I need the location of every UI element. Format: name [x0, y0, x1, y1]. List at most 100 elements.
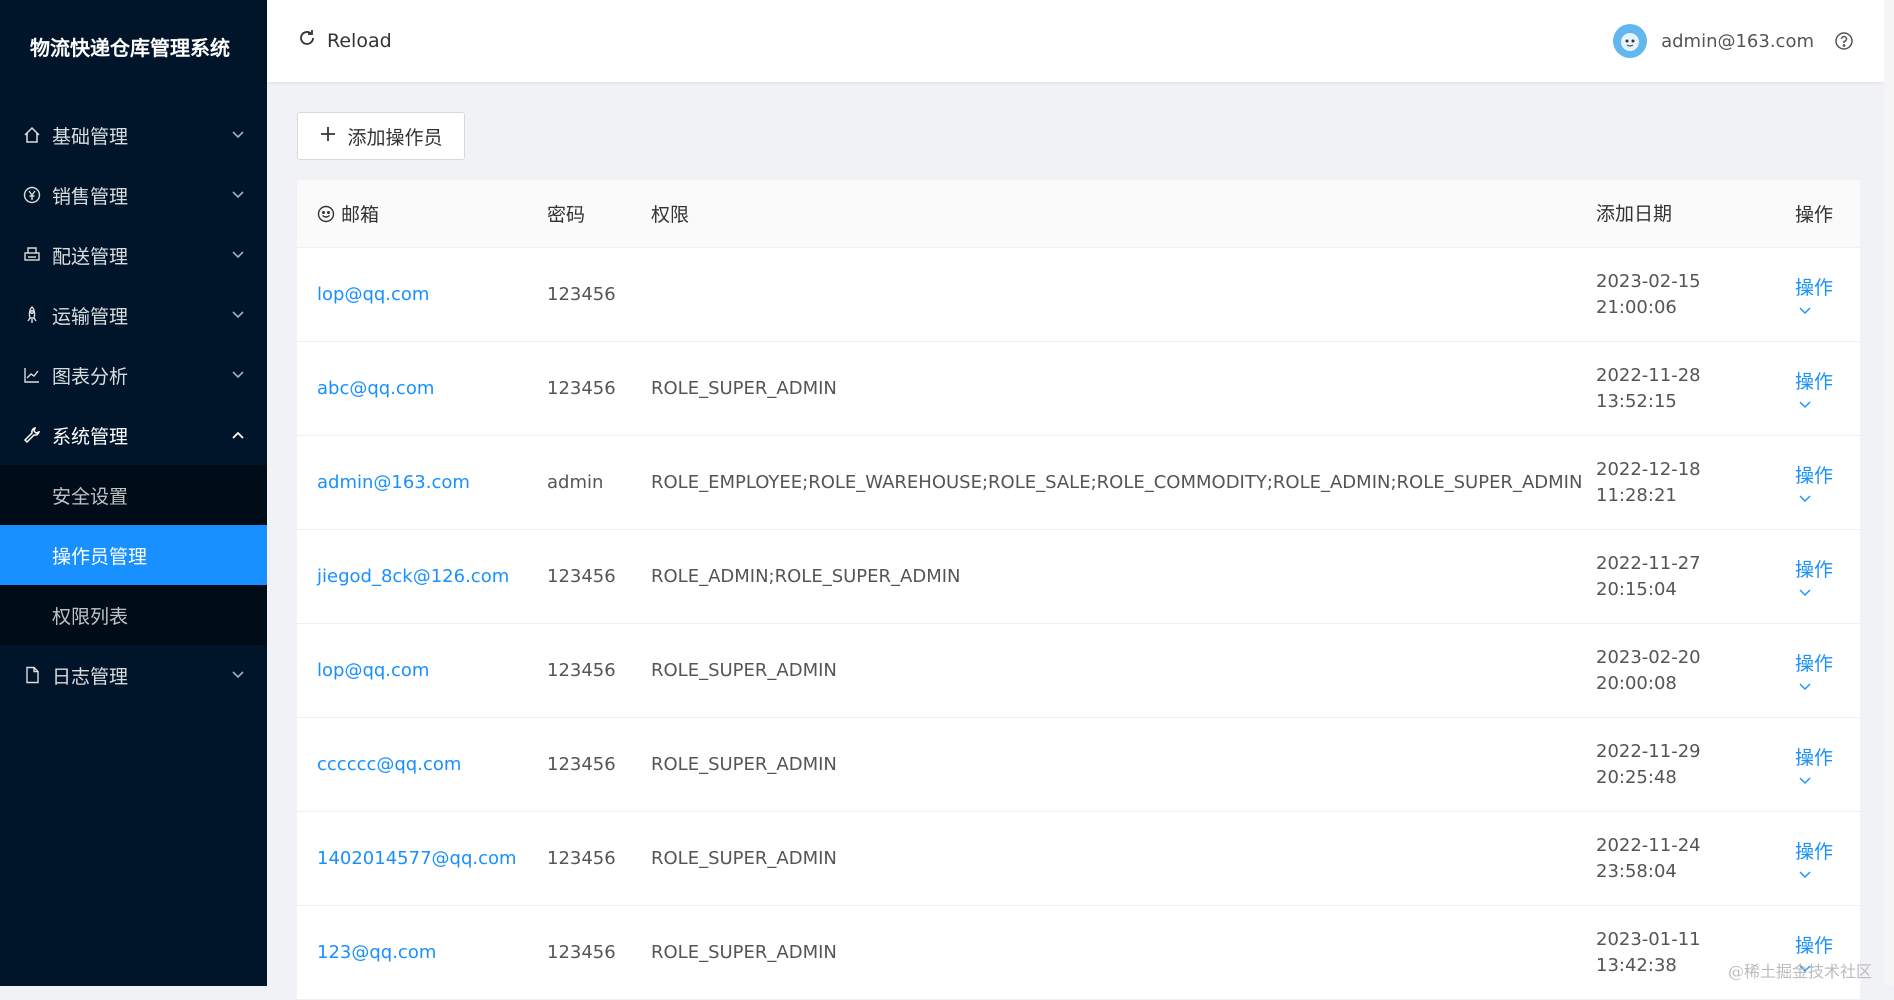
sidebar-item-label: 销售管理: [52, 185, 129, 208]
printer-icon: [22, 245, 42, 265]
sidebar-item-label: 配送管理: [52, 245, 129, 268]
action-dropdown[interactable]: 操作: [1795, 367, 1833, 394]
sidebar-item-label: 图表分析: [52, 365, 129, 388]
smile-icon: [317, 205, 335, 223]
table-row: 1402014577@qq.com 123456 ROLE_SUPER_ADMI…: [297, 812, 1860, 906]
action-dropdown[interactable]: 操作: [1795, 743, 1833, 770]
reload-label: Reload: [327, 29, 392, 52]
row-date: 2022-11-28 13:52:15: [1596, 342, 1701, 435]
tool-icon: [22, 425, 42, 445]
row-email-link[interactable]: lop@qq.com: [317, 660, 429, 681]
row-date-time: 21:00:06: [1596, 296, 1677, 318]
sidebar-item-sales[interactable]: 销售管理: [0, 165, 267, 225]
row-email-link[interactable]: 123@qq.com: [317, 942, 436, 963]
row-date-day: 2022-11-29: [1596, 740, 1701, 762]
action-dropdown[interactable]: 操作: [1795, 931, 1833, 958]
chevron-down-icon[interactable]: [1799, 776, 1811, 786]
table-row: lop@qq.com 123456 ROLE_SUPER_ADMIN 2023-…: [297, 624, 1860, 718]
chevron-down-icon[interactable]: [1799, 870, 1811, 880]
row-password: 123456: [547, 942, 616, 963]
table-row: jiegod_8ck@126.com 123456 ROLE_ADMIN;ROL…: [297, 530, 1860, 624]
add-operator-label: 添加操作员: [347, 126, 443, 149]
row-date-time: 20:15:04: [1596, 578, 1677, 600]
sidebar-item-system[interactable]: 系统管理: [0, 405, 267, 465]
chevron-down-icon[interactable]: [1799, 494, 1811, 504]
sidebar-item-security-settings[interactable]: 安全设置: [0, 465, 267, 525]
row-date: 2023-02-20 20:00:08: [1596, 624, 1701, 717]
row-password: 123456: [547, 754, 616, 775]
row-role: ROLE_EMPLOYEE;ROLE_WAREHOUSE;ROLE_SALE;R…: [651, 472, 1583, 493]
avatar: [1613, 24, 1648, 58]
row-email-link[interactable]: lop@qq.com: [317, 284, 429, 305]
home-icon: [22, 125, 42, 145]
row-password: 123456: [547, 848, 616, 869]
operator-table: 邮箱 密码 权限 添加日期 操作 lop@qq.com 123456 2023-…: [297, 180, 1860, 1000]
app-title: 物流快递仓库管理系统: [30, 36, 230, 60]
row-role: ROLE_ADMIN;ROLE_SUPER_ADMIN: [651, 566, 961, 587]
row-action: 操作: [1795, 342, 1833, 435]
table-row: admin@163.com admin ROLE_EMPLOYEE;ROLE_W…: [297, 436, 1860, 530]
row-password: 123456: [547, 566, 616, 587]
sidebar-menu: 基础管理 销售管理 配送管理 运输管理 图表分析 系统管理 安全设置 操作员管理…: [0, 105, 267, 705]
row-role: ROLE_SUPER_ADMIN: [651, 942, 837, 963]
add-operator-button[interactable]: 添加操作员: [297, 112, 465, 160]
sidebar-item-label: 日志管理: [52, 665, 129, 688]
user-email: admin@163.com: [1661, 30, 1814, 52]
chevron-down-icon: [231, 188, 245, 202]
column-header-role: 权限: [651, 204, 690, 226]
row-date: 2022-11-24 23:58:04: [1596, 812, 1701, 905]
row-date-day: 2023-02-15: [1596, 270, 1701, 292]
row-role: ROLE_SUPER_ADMIN: [651, 848, 837, 869]
row-date-day: 2022-12-18: [1596, 458, 1701, 480]
reload-icon: [297, 28, 317, 53]
row-date-time: 11:28:21: [1596, 484, 1677, 506]
row-role: ROLE_SUPER_ADMIN: [651, 378, 837, 399]
row-password: 123456: [547, 284, 616, 305]
action-dropdown[interactable]: 操作: [1795, 273, 1833, 300]
row-email-link[interactable]: abc@qq.com: [317, 378, 434, 399]
plus-icon: [319, 125, 337, 148]
row-role: ROLE_SUPER_ADMIN: [651, 754, 837, 775]
row-action: 操作: [1795, 906, 1833, 999]
row-email-link[interactable]: cccccc@qq.com: [317, 754, 461, 775]
sidebar-item-transport[interactable]: 运输管理: [0, 285, 267, 345]
sidebar-item-charts[interactable]: 图表分析: [0, 345, 267, 405]
chevron-down-icon[interactable]: [1799, 682, 1811, 692]
scrollbar[interactable]: [1884, 0, 1894, 986]
action-dropdown[interactable]: 操作: [1795, 649, 1833, 676]
column-header-action: 操作: [1795, 204, 1834, 226]
row-date-day: 2022-11-24: [1596, 834, 1701, 856]
user-menu[interactable]: admin@163.com: [1613, 24, 1814, 58]
row-date: 2022-12-18 11:28:21: [1596, 436, 1701, 529]
row-email-link[interactable]: 1402014577@qq.com: [317, 848, 517, 869]
row-email-link[interactable]: jiegod_8ck@126.com: [317, 566, 509, 587]
chevron-down-icon[interactable]: [1799, 588, 1811, 598]
reload-button[interactable]: Reload: [297, 28, 392, 53]
row-action: 操作: [1795, 248, 1833, 341]
row-role: ROLE_SUPER_ADMIN: [651, 660, 837, 681]
sidebar-item-delivery[interactable]: 配送管理: [0, 225, 267, 285]
row-date-day: 2023-02-20: [1596, 646, 1701, 668]
sidebar-item-permission-list[interactable]: 权限列表: [0, 585, 267, 645]
sidebar-item-basic[interactable]: 基础管理: [0, 105, 267, 165]
chevron-down-icon[interactable]: [1799, 306, 1811, 316]
action-dropdown[interactable]: 操作: [1795, 461, 1833, 488]
row-email-link[interactable]: admin@163.com: [317, 472, 470, 493]
yen-icon: [22, 185, 42, 205]
file-icon: [22, 665, 42, 685]
action-dropdown[interactable]: 操作: [1795, 837, 1833, 864]
sidebar: 物流快递仓库管理系统 基础管理 销售管理 配送管理 运输管理 图表分析 系统管理…: [0, 0, 267, 986]
chevron-down-icon: [231, 128, 245, 142]
watermark: @稀土掘金技术社区: [1727, 962, 1872, 981]
column-header-date: 添加日期: [1596, 202, 1673, 225]
action-dropdown[interactable]: 操作: [1795, 555, 1833, 582]
row-action: 操作: [1795, 530, 1833, 623]
table-row: cccccc@qq.com 123456 ROLE_SUPER_ADMIN 20…: [297, 718, 1860, 812]
sidebar-item-logs[interactable]: 日志管理: [0, 645, 267, 705]
sidebar-item-operator-management[interactable]: 操作员管理: [0, 525, 267, 585]
chevron-down-icon: [231, 308, 245, 322]
chevron-down-icon: [231, 248, 245, 262]
chevron-down-icon: [231, 668, 245, 682]
chevron-down-icon[interactable]: [1799, 400, 1811, 410]
help-icon[interactable]: [1834, 31, 1854, 51]
